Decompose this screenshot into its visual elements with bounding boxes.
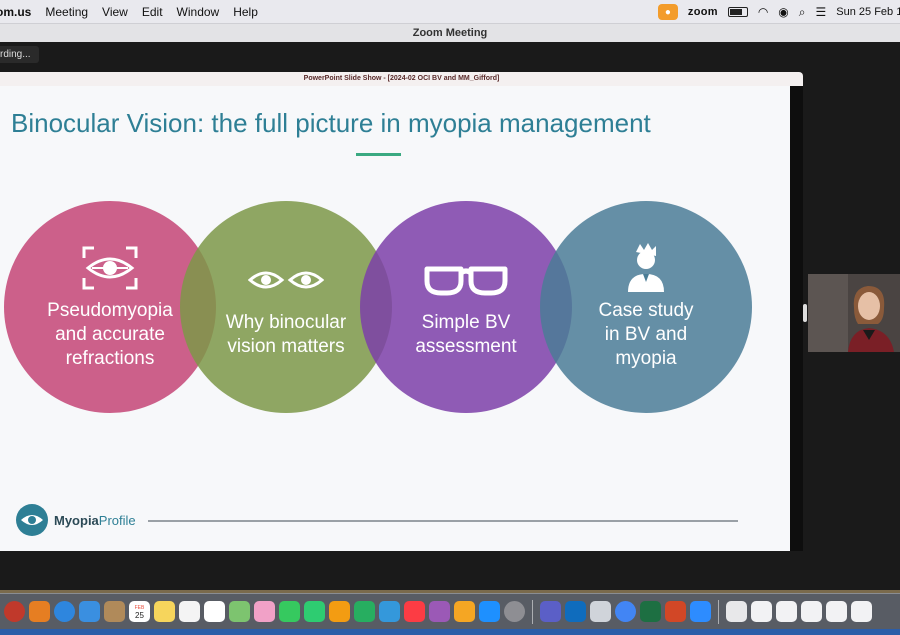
circle-label-line: Why binocular xyxy=(225,312,347,333)
window-thumbnail-icon[interactable] xyxy=(851,601,872,622)
powerpoint-icon[interactable] xyxy=(665,601,686,622)
two-eyes-icon xyxy=(248,255,324,305)
user-icon[interactable]: ◉ xyxy=(778,5,788,19)
battery-icon[interactable] xyxy=(727,7,748,17)
numbers-icon[interactable] xyxy=(354,601,375,622)
mail-icon[interactable] xyxy=(79,601,100,622)
circle-label-line: refractions xyxy=(65,348,155,369)
circle-label-line: and accurate xyxy=(55,324,165,345)
flower-app-icon[interactable] xyxy=(454,601,475,622)
system-settings-icon[interactable] xyxy=(504,601,525,622)
circle-case-study: Case study in BV and myopia xyxy=(540,201,752,413)
podcasts-icon[interactable] xyxy=(429,601,450,622)
menu-edit[interactable]: Edit xyxy=(142,5,163,19)
myopia-profile-logo: MyopiaProfile xyxy=(16,504,136,536)
menubar-clock[interactable]: Sun 25 Feb 1( xyxy=(836,6,900,18)
excel-icon[interactable] xyxy=(640,601,661,622)
calendar-day: 25 xyxy=(135,610,144,620)
menu-window[interactable]: Window xyxy=(177,5,220,19)
wifi-icon[interactable]: ◠ xyxy=(758,5,768,19)
window-thumbnail-icon[interactable] xyxy=(776,601,797,622)
footer-divider xyxy=(148,520,738,522)
siri-icon[interactable] xyxy=(4,601,25,622)
circle-label-line: Case study xyxy=(598,300,694,321)
window-thumbnail-icon[interactable] xyxy=(751,601,772,622)
circle-label-line: Simple BV xyxy=(421,312,511,333)
logo-text-light: Profile xyxy=(98,512,136,528)
eye-logo-icon xyxy=(16,504,48,536)
circle-label-line: vision matters xyxy=(227,336,345,357)
safari-icon[interactable] xyxy=(54,601,75,622)
person-icon xyxy=(626,243,666,293)
menu-bar: om.us Meeting View Edit Window Help ● zo… xyxy=(0,0,900,24)
title-underline xyxy=(356,153,401,156)
music-icon[interactable] xyxy=(404,601,425,622)
search-icon[interactable]: ⌕ xyxy=(799,5,806,20)
zoom-status-item[interactable]: zoom xyxy=(688,6,718,18)
eye-scan-icon xyxy=(82,243,138,293)
logo-text-bold: Myopia xyxy=(54,512,99,528)
contacts-icon[interactable] xyxy=(104,601,125,622)
control-center-icon[interactable]: ☰ xyxy=(816,5,827,19)
reminders-icon[interactable] xyxy=(179,601,200,622)
recording-indicator[interactable]: rding... xyxy=(0,46,39,63)
glasses-icon xyxy=(423,255,509,305)
outlook-icon[interactable] xyxy=(565,601,586,622)
messages-icon[interactable] xyxy=(279,601,300,622)
circle-label-line: in BV and xyxy=(604,324,688,345)
teams-icon[interactable] xyxy=(540,601,561,622)
app-menu[interactable]: om.us xyxy=(0,5,31,19)
maps-icon[interactable] xyxy=(229,601,250,622)
window-thumbnail-icon[interactable] xyxy=(801,601,822,622)
preview-icon[interactable] xyxy=(726,601,747,622)
menu-meeting[interactable]: Meeting xyxy=(45,5,88,19)
slide-border xyxy=(790,86,803,551)
dock-separator xyxy=(532,599,533,624)
freeform-icon[interactable] xyxy=(204,601,225,622)
circle-label-line: myopia xyxy=(615,348,677,369)
photos-icon[interactable] xyxy=(254,601,275,622)
chrome-icon[interactable] xyxy=(615,601,636,622)
menu-view[interactable]: View xyxy=(102,5,128,19)
powerpoint-window-title: PowerPoint Slide Show - [2024-02 OCI BV … xyxy=(0,72,803,86)
window-title: Zoom Meeting xyxy=(0,24,900,42)
dock: FEB 25 xyxy=(0,593,900,629)
menu-help[interactable]: Help xyxy=(233,5,258,19)
circle-label-line: assessment xyxy=(415,336,517,357)
launchpad-icon[interactable] xyxy=(29,601,50,622)
screen-bottom-edge xyxy=(0,629,900,635)
zoom-icon[interactable] xyxy=(690,601,711,622)
notes-icon[interactable] xyxy=(154,601,175,622)
keynote-icon[interactable] xyxy=(379,601,400,622)
screen-app-icon[interactable] xyxy=(590,601,611,622)
microphone-icon[interactable]: ● xyxy=(657,4,678,20)
dock-separator xyxy=(718,599,719,624)
app-store-icon[interactable] xyxy=(479,601,500,622)
slide-title: Binocular Vision: the full picture in my… xyxy=(11,108,651,138)
pages-icon[interactable] xyxy=(329,601,350,622)
window-thumbnail-icon[interactable] xyxy=(826,601,847,622)
shared-slide: Binocular Vision: the full picture in my… xyxy=(0,86,790,551)
circle-label-line: Pseudomyopia xyxy=(47,300,173,321)
resize-handle[interactable] xyxy=(803,304,807,322)
calendar-icon[interactable]: FEB 25 xyxy=(129,601,150,622)
participant-video[interactable] xyxy=(808,274,900,352)
facetime-icon[interactable] xyxy=(304,601,325,622)
